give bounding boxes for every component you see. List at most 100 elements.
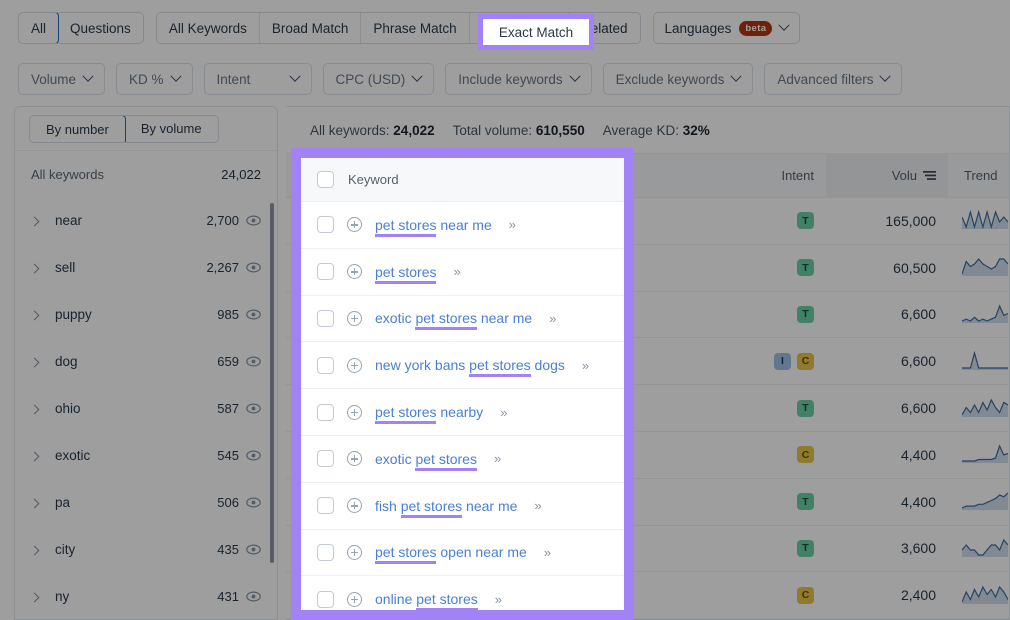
add-keyword-icon[interactable]: [347, 264, 362, 279]
row-checkbox[interactable]: [317, 216, 334, 233]
cell-volume: 6,600: [826, 353, 948, 369]
row-checkbox[interactable]: [317, 310, 334, 327]
languages-dropdown[interactable]: Languages beta: [653, 12, 801, 44]
add-keyword-icon[interactable]: [347, 592, 362, 607]
add-keyword-icon[interactable]: [347, 545, 362, 560]
eye-icon[interactable]: [246, 591, 261, 602]
keyword-link[interactable]: pet stores open near me: [375, 544, 527, 560]
row-checkbox[interactable]: [317, 404, 334, 421]
eye-icon[interactable]: [246, 403, 261, 414]
eye-icon-wrap[interactable]: [239, 450, 261, 461]
chevron-right-icon[interactable]: [31, 355, 47, 369]
chevron-right-icon[interactable]: [31, 402, 47, 416]
tab-broad-match[interactable]: Broad Match: [260, 13, 362, 43]
expand-keyword-icon[interactable]: »: [500, 405, 506, 420]
eye-icon-wrap[interactable]: [239, 497, 261, 508]
keyword-link[interactable]: new york bans pet stores dogs: [375, 357, 565, 373]
eye-icon[interactable]: [246, 262, 261, 273]
keyword-link[interactable]: pet stores: [375, 264, 436, 280]
filter-kd[interactable]: KD %: [116, 63, 193, 95]
sidebar-group-item[interactable]: puppy985: [15, 291, 277, 338]
filter-intent[interactable]: Intent: [204, 63, 312, 95]
eye-icon-wrap[interactable]: [239, 544, 261, 555]
eye-icon[interactable]: [246, 309, 261, 320]
column-header-intent[interactable]: Intent: [696, 168, 826, 183]
sidebar-group-item[interactable]: dog659: [15, 338, 277, 385]
row-checkbox[interactable]: [317, 450, 334, 467]
expand-keyword-icon[interactable]: »: [582, 358, 588, 373]
chevron-right-icon[interactable]: [31, 308, 47, 322]
eye-icon[interactable]: [246, 356, 261, 367]
sidebar-group-item[interactable]: sell2,267: [15, 244, 277, 291]
expand-keyword-icon[interactable]: »: [509, 217, 515, 232]
keyword-link[interactable]: pet stores nearby: [375, 404, 483, 420]
sidebar-group-item[interactable]: exotic545: [15, 432, 277, 479]
keyword-link[interactable]: exotic pet stores: [375, 451, 477, 467]
sidebar-group-item[interactable]: ny431: [15, 573, 277, 620]
eye-icon-wrap[interactable]: [239, 356, 261, 367]
add-keyword-icon[interactable]: [347, 451, 362, 466]
expand-keyword-icon[interactable]: »: [534, 498, 540, 513]
tab-all-keywords[interactable]: All Keywords: [157, 13, 260, 43]
tab-questions[interactable]: Questions: [58, 13, 143, 43]
add-keyword-icon[interactable]: [347, 217, 362, 232]
filter-exclude-keywords[interactable]: Exclude keywords: [603, 63, 754, 95]
eye-icon-wrap[interactable]: [239, 403, 261, 414]
sidebar-group-item[interactable]: pa506: [15, 479, 277, 526]
keyword-link[interactable]: exotic pet stores near me: [375, 310, 532, 326]
expand-keyword-icon[interactable]: »: [495, 592, 501, 607]
expand-keyword-icon[interactable]: »: [453, 264, 459, 279]
row-checkbox[interactable]: [317, 263, 334, 280]
expand-keyword-icon[interactable]: »: [544, 545, 550, 560]
eye-icon[interactable]: [246, 544, 261, 555]
tab-exact-match-spotlight[interactable]: Exact Match: [483, 19, 589, 45]
add-keyword-icon[interactable]: [347, 311, 362, 326]
segment-by-volume[interactable]: By volume: [125, 116, 218, 142]
segment-by-number[interactable]: By number: [29, 115, 126, 143]
filter-include-keywords[interactable]: Include keywords: [445, 63, 591, 95]
sidebar-group-count: 545: [217, 448, 239, 463]
tab-phrase-match[interactable]: Phrase Match: [361, 13, 469, 43]
eye-icon[interactable]: [246, 497, 261, 508]
expand-keyword-icon[interactable]: »: [549, 311, 555, 326]
keyword-link[interactable]: pet stores near me: [375, 217, 492, 233]
chevron-right-icon[interactable]: [31, 496, 47, 510]
cell-intent: T: [696, 493, 826, 510]
filter-volume[interactable]: Volume: [18, 63, 105, 95]
sidebar-group-item[interactable]: city435: [15, 526, 277, 573]
chevron-right-icon[interactable]: [31, 543, 47, 557]
eye-icon-wrap[interactable]: [239, 215, 261, 226]
row-checkbox[interactable]: [317, 544, 334, 561]
eye-icon-wrap[interactable]: [239, 262, 261, 273]
chevron-right-icon[interactable]: [31, 449, 47, 463]
intent-badge-i: I: [774, 353, 791, 370]
chevron-right-icon[interactable]: [31, 261, 47, 275]
eye-icon[interactable]: [246, 450, 261, 461]
sidebar-group-item[interactable]: ohio587: [15, 385, 277, 432]
keyword-link[interactable]: fish pet stores near me: [375, 498, 517, 514]
trend-sparkline: [962, 209, 1008, 229]
keyword-link[interactable]: online pet stores: [375, 591, 478, 607]
add-keyword-icon[interactable]: [347, 405, 362, 420]
chevron-right-icon[interactable]: [31, 214, 47, 228]
expand-keyword-icon[interactable]: »: [494, 451, 500, 466]
eye-icon-wrap[interactable]: [239, 309, 261, 320]
tab-all[interactable]: All: [18, 12, 59, 44]
row-checkbox[interactable]: [317, 591, 334, 608]
eye-icon-wrap[interactable]: [239, 591, 261, 602]
row-checkbox[interactable]: [317, 357, 334, 374]
add-keyword-icon[interactable]: [347, 358, 362, 373]
filter-advanced[interactable]: Advanced filters: [764, 63, 902, 95]
trend-sparkline: [962, 256, 1008, 276]
eye-icon[interactable]: [246, 215, 261, 226]
add-keyword-icon[interactable]: [347, 498, 362, 513]
spotlight-row: pet stores open near me »: [301, 530, 624, 577]
sidebar-scrollbar[interactable]: [270, 203, 274, 563]
row-checkbox[interactable]: [317, 497, 334, 514]
sidebar-all-keywords-row[interactable]: All keywords 24,022: [15, 151, 277, 197]
filter-cpc[interactable]: CPC (USD): [323, 63, 435, 95]
sidebar-group-item[interactable]: near2,700: [15, 197, 277, 244]
column-header-volume[interactable]: Volu: [826, 153, 948, 198]
select-all-checkbox[interactable]: [317, 171, 334, 188]
chevron-right-icon[interactable]: [31, 590, 47, 604]
